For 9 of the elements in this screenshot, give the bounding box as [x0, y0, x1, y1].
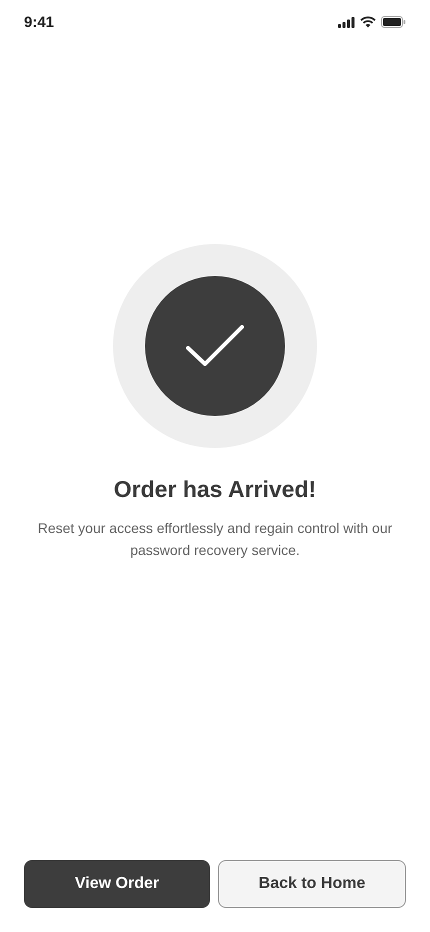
back-home-button[interactable]: Back to Home	[218, 860, 406, 908]
battery-icon	[381, 16, 406, 28]
success-message: Reset your access effortlessly and regain control with our password recovery service.	[36, 519, 394, 560]
checkmark-icon	[185, 324, 245, 368]
success-title: Order has Arrived!	[114, 476, 316, 503]
signal-icon	[338, 16, 355, 28]
wifi-icon	[360, 16, 376, 28]
status-time: 9:41	[24, 14, 54, 30]
view-order-button[interactable]: View Order	[24, 860, 210, 908]
